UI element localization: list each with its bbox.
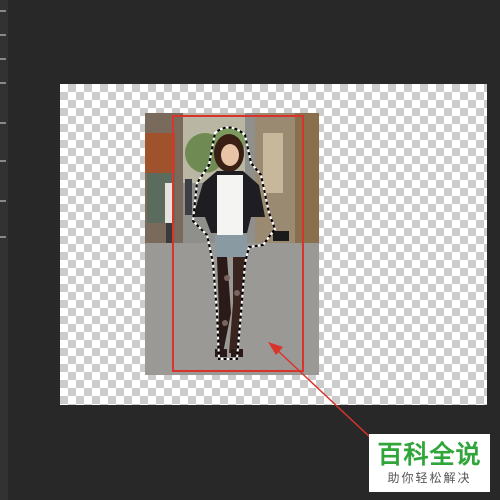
watermark-title: 百科全说	[377, 440, 482, 469]
watermark-subtitle: 助你轻松解决	[387, 471, 472, 485]
watermark-badge: 百科全说 助你轻松解决	[369, 434, 490, 492]
annotation-arrow	[268, 342, 374, 441]
